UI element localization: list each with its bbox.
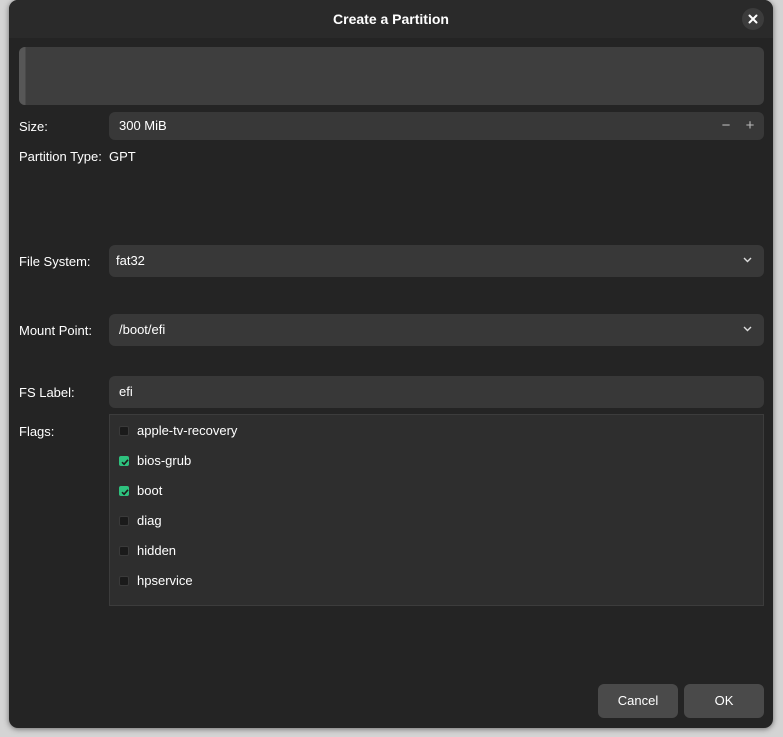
partition-type-value: GPT: [109, 149, 136, 164]
checkmark-icon: [121, 459, 129, 466]
dialog-title: Create a Partition: [333, 11, 449, 27]
flag-row-hpservice[interactable]: hpservice: [110, 566, 763, 596]
flag-row-boot[interactable]: boot: [110, 476, 763, 506]
flags-list[interactable]: apple-tv-recovery bios-grub boot diag hi…: [109, 414, 764, 606]
size-spinbox[interactable]: 300 MiB − +: [109, 112, 764, 140]
file-system-value: fat32: [116, 253, 145, 268]
checkbox-checked[interactable]: [119, 456, 129, 466]
size-increment-button[interactable]: +: [738, 112, 762, 140]
size-value[interactable]: 300 MiB: [119, 118, 167, 133]
flag-label: boot: [137, 483, 163, 498]
file-system-label: File System:: [19, 254, 91, 269]
flag-row-apple-tv-recovery[interactable]: apple-tv-recovery: [110, 416, 763, 446]
flags-label: Flags:: [19, 424, 55, 439]
fs-label-input[interactable]: efi: [109, 376, 764, 408]
mount-point-dropdown[interactable]: /boot/efi: [109, 314, 764, 346]
close-button[interactable]: [742, 8, 764, 30]
file-system-dropdown[interactable]: fat32: [109, 245, 764, 277]
checkbox[interactable]: [119, 546, 129, 556]
close-icon: [748, 14, 758, 24]
checkbox[interactable]: [119, 516, 129, 526]
size-label: Size:: [19, 119, 48, 134]
flag-row-hidden[interactable]: hidden: [110, 536, 763, 566]
flag-label: hpservice: [137, 573, 193, 588]
title-bar: Create a Partition: [9, 0, 773, 38]
flag-label: bios-grub: [137, 453, 192, 468]
mount-point-value: /boot/efi: [119, 322, 166, 337]
flag-row-diag[interactable]: diag: [110, 506, 763, 536]
create-partition-dialog: Create a Partition Size: 300 MiB − + Par…: [9, 0, 773, 728]
cancel-button[interactable]: Cancel: [598, 684, 678, 718]
flag-label: apple-tv-recovery: [137, 423, 238, 438]
checkbox[interactable]: [119, 576, 129, 586]
flag-row-bios-grub[interactable]: bios-grub: [110, 446, 763, 476]
mount-point-label: Mount Point:: [19, 323, 92, 338]
size-decrement-button[interactable]: −: [714, 112, 738, 140]
checkmark-icon: [121, 489, 129, 496]
flag-label: diag: [137, 513, 162, 528]
fs-label-label: FS Label:: [19, 385, 75, 400]
partition-segment: [19, 47, 26, 105]
checkbox-checked[interactable]: [119, 486, 129, 496]
fs-label-value[interactable]: efi: [119, 384, 133, 399]
flag-label: hidden: [137, 543, 177, 558]
ok-button[interactable]: OK: [684, 684, 764, 718]
partition-type-label: Partition Type:: [19, 149, 102, 164]
chevron-down-icon: [743, 257, 752, 263]
partition-layout-bar: [19, 47, 764, 105]
checkbox[interactable]: [119, 426, 129, 436]
chevron-down-icon: [743, 326, 752, 332]
